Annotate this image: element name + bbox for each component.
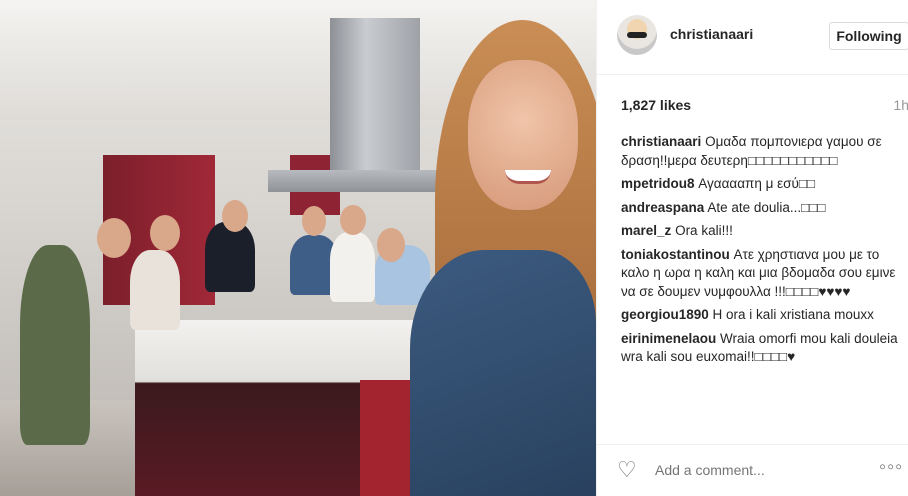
comment-username[interactable]: marel_z	[621, 223, 671, 238]
post-photo[interactable]	[0, 0, 596, 496]
comment-footer: ♡ ◦◦◦	[597, 444, 908, 496]
avatar[interactable]	[617, 15, 657, 55]
comment-text: Ora kali!!!	[675, 223, 733, 238]
post-time[interactable]: 1h	[893, 97, 908, 113]
photo-head-3	[222, 200, 248, 232]
comment-text: H ora i kali xristiana mouxx	[712, 307, 874, 322]
comment-text: Αγααααπη μ εσύ□□	[698, 176, 816, 191]
add-comment-input[interactable]	[655, 460, 855, 480]
comment-username[interactable]: mpetridou8	[621, 176, 695, 191]
comment-item: christianaari Ομαδα πομπονιερα γαμου σε …	[621, 133, 908, 170]
photo-person-1	[20, 245, 90, 445]
photo-range-hood-base	[268, 170, 438, 192]
photo-selfie-smile	[505, 170, 551, 184]
comment-list: christianaari Ομαδα πομπονιερα γαμου σε …	[621, 133, 908, 372]
likes-count[interactable]: 1,827 likes	[621, 97, 691, 113]
likes-row: 1,827 likes 1h	[621, 97, 908, 113]
comment-username[interactable]: christianaari	[621, 134, 701, 149]
comment-text: Ate ate doulia...□□□	[707, 199, 826, 215]
photo-selfie-face	[468, 60, 578, 210]
photo-head-5	[340, 205, 366, 235]
comment-item: andreaspana Ate ate doulia...□□□	[621, 199, 908, 218]
more-options-icon[interactable]: ◦◦◦	[879, 456, 903, 479]
comment-item: mpetridou8 Αγααααπη μ εσύ□□	[621, 175, 908, 194]
comment-username[interactable]: georgiou1890	[621, 307, 709, 322]
following-button[interactable]: Following	[829, 22, 908, 50]
photo-head-2	[150, 215, 180, 251]
comment-item: marel_z Ora kali!!!	[621, 222, 908, 241]
photo-person-2	[130, 250, 180, 330]
comment-username[interactable]: andreaspana	[621, 200, 704, 215]
comment-item: eirinimenelaou Wraia omorfi mou kali dou…	[621, 330, 908, 367]
photo-head-4	[302, 206, 326, 236]
comment-username[interactable]: toniakostantinou	[621, 247, 730, 262]
instagram-post: christianaari Following 1,827 likes 1h c…	[0, 0, 908, 496]
photo-selfie-jacket	[410, 250, 596, 496]
comment-item: toniakostantinou Ατε χρηστιανα μου με το…	[621, 246, 908, 302]
post-sidebar: christianaari Following 1,827 likes 1h c…	[596, 0, 908, 496]
photo-head-6	[377, 228, 405, 262]
photo-person-3	[205, 222, 255, 292]
comment-item: georgiou1890 H ora i kali xristiana moux…	[621, 306, 908, 325]
heart-icon[interactable]: ♡	[617, 459, 643, 481]
sunglasses-icon	[627, 32, 647, 38]
photo-range-hood	[330, 18, 420, 178]
photo-person-5	[330, 232, 375, 302]
username[interactable]: christianaari	[670, 26, 753, 42]
comment-username[interactable]: eirinimenelaou	[621, 331, 716, 346]
post-header: christianaari Following	[597, 0, 908, 75]
photo-head-1	[97, 218, 131, 258]
